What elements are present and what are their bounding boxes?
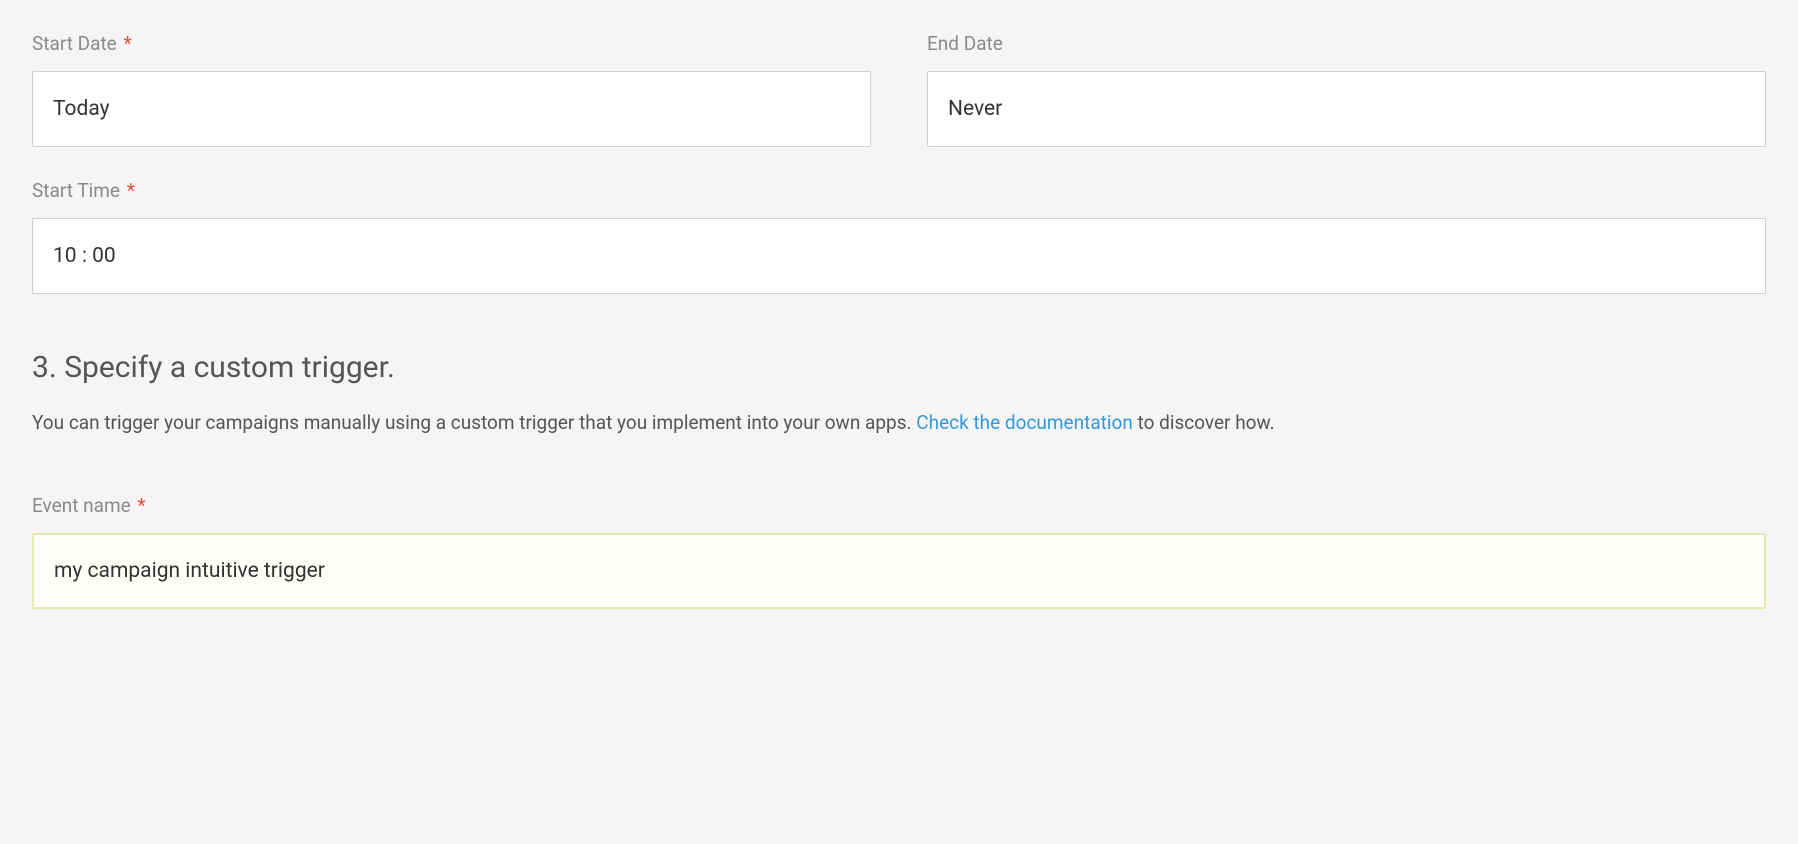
start-time-group: Start Time *: [32, 179, 1766, 294]
end-date-group: End Date: [927, 32, 1766, 147]
description-after: to discover how.: [1133, 411, 1275, 434]
section-heading: 3. Specify a custom trigger.: [32, 350, 1766, 385]
end-date-label-text: End Date: [927, 32, 1003, 55]
documentation-link[interactable]: Check the documentation: [916, 411, 1133, 434]
event-name-label-text: Event name: [32, 494, 131, 517]
start-date-group: Start Date *: [32, 32, 871, 147]
start-date-input[interactable]: [32, 71, 871, 147]
required-asterisk: *: [137, 494, 145, 517]
event-name-label: Event name *: [32, 494, 1766, 517]
start-date-label-text: Start Date: [32, 32, 117, 55]
start-time-input[interactable]: [32, 218, 1766, 294]
end-date-input[interactable]: [927, 71, 1766, 147]
required-asterisk: *: [127, 179, 135, 202]
start-time-label-text: Start Time: [32, 179, 120, 202]
event-name-input[interactable]: [32, 533, 1766, 609]
section-description: You can trigger your campaigns manually …: [32, 409, 1766, 438]
required-asterisk: *: [123, 32, 131, 55]
description-before: You can trigger your campaigns manually …: [32, 411, 916, 434]
end-date-label: End Date: [927, 32, 1766, 55]
start-date-label: Start Date *: [32, 32, 871, 55]
start-time-label: Start Time *: [32, 179, 1766, 202]
event-name-group: Event name *: [32, 494, 1766, 609]
